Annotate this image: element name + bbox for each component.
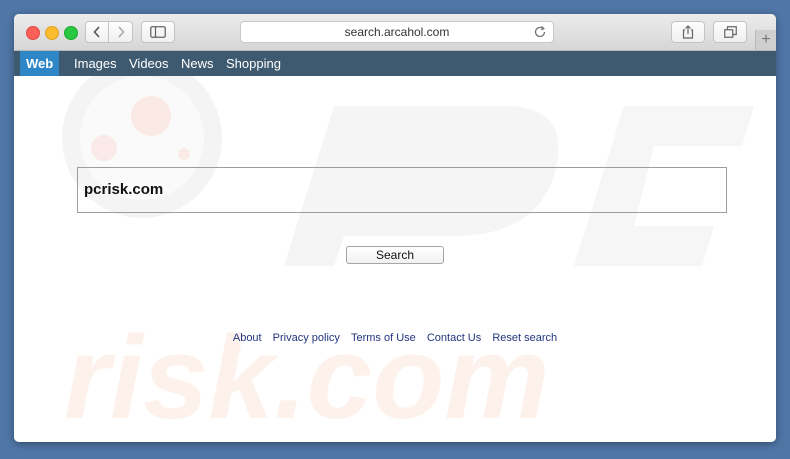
new-tab-button[interactable]: + bbox=[755, 30, 776, 50]
chevron-right-icon bbox=[117, 26, 125, 38]
tabs-overview-button[interactable] bbox=[713, 21, 747, 43]
maximize-window-button[interactable] bbox=[64, 26, 78, 40]
tabs-icon bbox=[723, 26, 737, 38]
tab-shopping[interactable]: Shopping bbox=[220, 51, 287, 76]
search-category-bar: Web Images Videos News Shopping bbox=[14, 51, 776, 76]
tab-images[interactable]: Images bbox=[68, 51, 123, 76]
search-button[interactable]: Search bbox=[346, 246, 444, 264]
reload-icon[interactable] bbox=[533, 25, 547, 39]
browser-toolbar: search.arcahol.com + bbox=[14, 14, 776, 51]
footer-link-terms-of-use[interactable]: Terms of Use bbox=[351, 332, 416, 344]
forward-button[interactable] bbox=[109, 21, 133, 43]
share-icon bbox=[682, 25, 694, 39]
history-nav-group bbox=[85, 21, 133, 43]
tab-news[interactable]: News bbox=[175, 51, 220, 76]
browser-window: search.arcahol.com + Web Images Videos N… bbox=[14, 14, 776, 442]
footer-link-contact-us[interactable]: Contact Us bbox=[427, 332, 481, 344]
tab-videos[interactable]: Videos bbox=[123, 51, 175, 76]
back-button[interactable] bbox=[85, 21, 109, 43]
sidebar-icon bbox=[150, 26, 166, 38]
footer-link-about[interactable]: About bbox=[233, 332, 262, 344]
footer-links: About Privacy policy Terms of Use Contac… bbox=[14, 332, 776, 344]
tab-web[interactable]: Web bbox=[20, 51, 60, 76]
address-text: search.arcahol.com bbox=[344, 25, 450, 39]
footer-link-reset-search[interactable]: Reset search bbox=[492, 332, 557, 344]
page-content: risk.com pcrisk.com Search About Privacy… bbox=[14, 76, 776, 442]
search-input[interactable]: pcrisk.com bbox=[77, 167, 727, 213]
sidebar-toggle-button[interactable] bbox=[141, 21, 175, 43]
minimize-window-button[interactable] bbox=[45, 26, 59, 40]
close-window-button[interactable] bbox=[26, 26, 40, 40]
chevron-left-icon bbox=[93, 26, 100, 38]
share-button[interactable] bbox=[671, 21, 705, 43]
footer-link-privacy-policy[interactable]: Privacy policy bbox=[273, 332, 340, 344]
address-bar[interactable]: search.arcahol.com bbox=[240, 21, 554, 43]
